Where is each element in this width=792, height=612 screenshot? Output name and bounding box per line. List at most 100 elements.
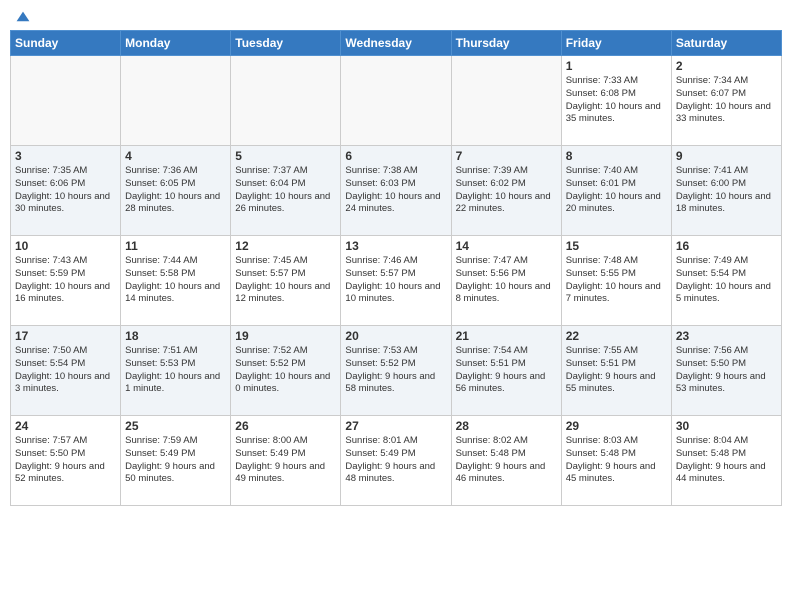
calendar-cell: [231, 56, 341, 146]
logo: [14, 10, 33, 22]
calendar-cell: [11, 56, 121, 146]
day-info: Sunrise: 7:47 AMSunset: 5:56 PMDaylight:…: [456, 255, 557, 306]
day-info: Sunrise: 7:35 AMSunset: 6:06 PMDaylight:…: [15, 165, 116, 216]
calendar-cell: 15 Sunrise: 7:48 AMSunset: 5:55 PMDayligh…: [561, 236, 671, 326]
calendar-cell: 28 Sunrise: 8:02 AMSunset: 5:48 PMDayligh…: [451, 416, 561, 506]
calendar-cell: [121, 56, 231, 146]
day-number: 8: [566, 149, 667, 163]
day-info: Sunrise: 7:59 AMSunset: 5:49 PMDaylight:…: [125, 435, 226, 486]
day-number: 12: [235, 239, 336, 253]
calendar-cell: 7 Sunrise: 7:39 AMSunset: 6:02 PMDaylight…: [451, 146, 561, 236]
day-info: Sunrise: 8:02 AMSunset: 5:48 PMDaylight:…: [456, 435, 557, 486]
day-info: Sunrise: 7:53 AMSunset: 5:52 PMDaylight:…: [345, 345, 446, 396]
day-number: 30: [676, 419, 777, 433]
calendar-cell: 23 Sunrise: 7:56 AMSunset: 5:50 PMDayligh…: [671, 326, 781, 416]
day-number: 18: [125, 329, 226, 343]
header: [10, 10, 782, 22]
day-number: 2: [676, 59, 777, 73]
calendar-header-row: SundayMondayTuesdayWednesdayThursdayFrid…: [11, 31, 782, 56]
day-info: Sunrise: 7:38 AMSunset: 6:03 PMDaylight:…: [345, 165, 446, 216]
calendar-week-row: 10 Sunrise: 7:43 AMSunset: 5:59 PMDayligh…: [11, 236, 782, 326]
logo-icon: [15, 10, 31, 26]
day-number: 17: [15, 329, 116, 343]
day-info: Sunrise: 7:44 AMSunset: 5:58 PMDaylight:…: [125, 255, 226, 306]
calendar-cell: 1 Sunrise: 7:33 AMSunset: 6:08 PMDaylight…: [561, 56, 671, 146]
calendar: SundayMondayTuesdayWednesdayThursdayFrid…: [10, 30, 782, 506]
calendar-cell: 13Sunrise: 7:46 AMSunset: 5:57 PMDayligh…: [341, 236, 451, 326]
day-number: 4: [125, 149, 226, 163]
day-number: 14: [456, 239, 557, 253]
day-number: 1: [566, 59, 667, 73]
calendar-header-wednesday: Wednesday: [341, 31, 451, 56]
calendar-cell: 18Sunrise: 7:51 AMSunset: 5:53 PMDayligh…: [121, 326, 231, 416]
calendar-cell: 9 Sunrise: 7:41 AMSunset: 6:00 PMDaylight…: [671, 146, 781, 236]
day-number: 16: [676, 239, 777, 253]
day-info: Sunrise: 7:56 AMSunset: 5:50 PMDaylight:…: [676, 345, 777, 396]
calendar-cell: 2 Sunrise: 7:34 AMSunset: 6:07 PMDaylight…: [671, 56, 781, 146]
day-number: 5: [235, 149, 336, 163]
calendar-header-saturday: Saturday: [671, 31, 781, 56]
calendar-cell: 6 Sunrise: 7:38 AMSunset: 6:03 PMDaylight…: [341, 146, 451, 236]
calendar-cell: 30 Sunrise: 8:04 AMSunset: 5:48 PMDayligh…: [671, 416, 781, 506]
calendar-header-friday: Friday: [561, 31, 671, 56]
calendar-cell: 8 Sunrise: 7:40 AMSunset: 6:01 PMDaylight…: [561, 146, 671, 236]
calendar-cell: 16 Sunrise: 7:49 AMSunset: 5:54 PMDayligh…: [671, 236, 781, 326]
calendar-cell: 22 Sunrise: 7:55 AMSunset: 5:51 PMDayligh…: [561, 326, 671, 416]
calendar-cell: 29 Sunrise: 8:03 AMSunset: 5:48 PMDayligh…: [561, 416, 671, 506]
calendar-cell: 5 Sunrise: 7:37 AMSunset: 6:04 PMDaylight…: [231, 146, 341, 236]
calendar-week-row: 1 Sunrise: 7:33 AMSunset: 6:08 PMDaylight…: [11, 56, 782, 146]
day-info: Sunrise: 7:37 AMSunset: 6:04 PMDaylight:…: [235, 165, 336, 216]
calendar-header-thursday: Thursday: [451, 31, 561, 56]
day-number: 26: [235, 419, 336, 433]
day-info: Sunrise: 8:04 AMSunset: 5:48 PMDaylight:…: [676, 435, 777, 486]
day-number: 6: [345, 149, 446, 163]
calendar-cell: 21Sunrise: 7:54 AMSunset: 5:51 PMDayligh…: [451, 326, 561, 416]
calendar-cell: 17 Sunrise: 7:50 AMSunset: 5:54 PMDayligh…: [11, 326, 121, 416]
day-info: Sunrise: 7:43 AMSunset: 5:59 PMDaylight:…: [15, 255, 116, 306]
day-number: 3: [15, 149, 116, 163]
day-info: Sunrise: 8:00 AMSunset: 5:49 PMDaylight:…: [235, 435, 336, 486]
day-number: 11: [125, 239, 226, 253]
calendar-cell: 12 Sunrise: 7:45 AMSunset: 5:57 PMDayligh…: [231, 236, 341, 326]
calendar-cell: 26 Sunrise: 8:00 AMSunset: 5:49 PMDayligh…: [231, 416, 341, 506]
calendar-header-monday: Monday: [121, 31, 231, 56]
calendar-cell: 24 Sunrise: 7:57 AMSunset: 5:50 PMDayligh…: [11, 416, 121, 506]
calendar-cell: [451, 56, 561, 146]
day-info: Sunrise: 7:39 AMSunset: 6:02 PMDaylight:…: [456, 165, 557, 216]
calendar-cell: 10 Sunrise: 7:43 AMSunset: 5:59 PMDayligh…: [11, 236, 121, 326]
day-info: Sunrise: 7:45 AMSunset: 5:57 PMDaylight:…: [235, 255, 336, 306]
day-number: 21: [456, 329, 557, 343]
calendar-header-sunday: Sunday: [11, 31, 121, 56]
calendar-cell: 14 Sunrise: 7:47 AMSunset: 5:56 PMDayligh…: [451, 236, 561, 326]
day-info: Sunrise: 7:55 AMSunset: 5:51 PMDaylight:…: [566, 345, 667, 396]
calendar-cell: 25 Sunrise: 7:59 AMSunset: 5:49 PMDayligh…: [121, 416, 231, 506]
day-info: Sunrise: 7:33 AMSunset: 6:08 PMDaylight:…: [566, 75, 667, 126]
day-number: 10: [15, 239, 116, 253]
day-number: 29: [566, 419, 667, 433]
day-info: Sunrise: 8:03 AMSunset: 5:48 PMDaylight:…: [566, 435, 667, 486]
day-number: 28: [456, 419, 557, 433]
day-number: 24: [15, 419, 116, 433]
day-number: 7: [456, 149, 557, 163]
day-number: 15: [566, 239, 667, 253]
calendar-cell: 3 Sunrise: 7:35 AMSunset: 6:06 PMDaylight…: [11, 146, 121, 236]
day-number: 9: [676, 149, 777, 163]
calendar-cell: 20Sunrise: 7:53 AMSunset: 5:52 PMDayligh…: [341, 326, 451, 416]
day-info: Sunrise: 7:48 AMSunset: 5:55 PMDaylight:…: [566, 255, 667, 306]
day-number: 25: [125, 419, 226, 433]
calendar-week-row: 3 Sunrise: 7:35 AMSunset: 6:06 PMDaylight…: [11, 146, 782, 236]
day-info: Sunrise: 7:41 AMSunset: 6:00 PMDaylight:…: [676, 165, 777, 216]
day-number: 19: [235, 329, 336, 343]
day-info: Sunrise: 7:34 AMSunset: 6:07 PMDaylight:…: [676, 75, 777, 126]
calendar-cell: 27Sunrise: 8:01 AMSunset: 5:49 PMDayligh…: [341, 416, 451, 506]
day-number: 22: [566, 329, 667, 343]
day-number: 23: [676, 329, 777, 343]
day-number: 13: [345, 239, 446, 253]
day-info: Sunrise: 7:50 AMSunset: 5:54 PMDaylight:…: [15, 345, 116, 396]
day-info: Sunrise: 7:49 AMSunset: 5:54 PMDaylight:…: [676, 255, 777, 306]
day-info: Sunrise: 7:40 AMSunset: 6:01 PMDaylight:…: [566, 165, 667, 216]
day-info: Sunrise: 7:52 AMSunset: 5:52 PMDaylight:…: [235, 345, 336, 396]
day-info: Sunrise: 7:57 AMSunset: 5:50 PMDaylight:…: [15, 435, 116, 486]
calendar-cell: 4Sunrise: 7:36 AMSunset: 6:05 PMDaylight…: [121, 146, 231, 236]
calendar-week-row: 17 Sunrise: 7:50 AMSunset: 5:54 PMDayligh…: [11, 326, 782, 416]
